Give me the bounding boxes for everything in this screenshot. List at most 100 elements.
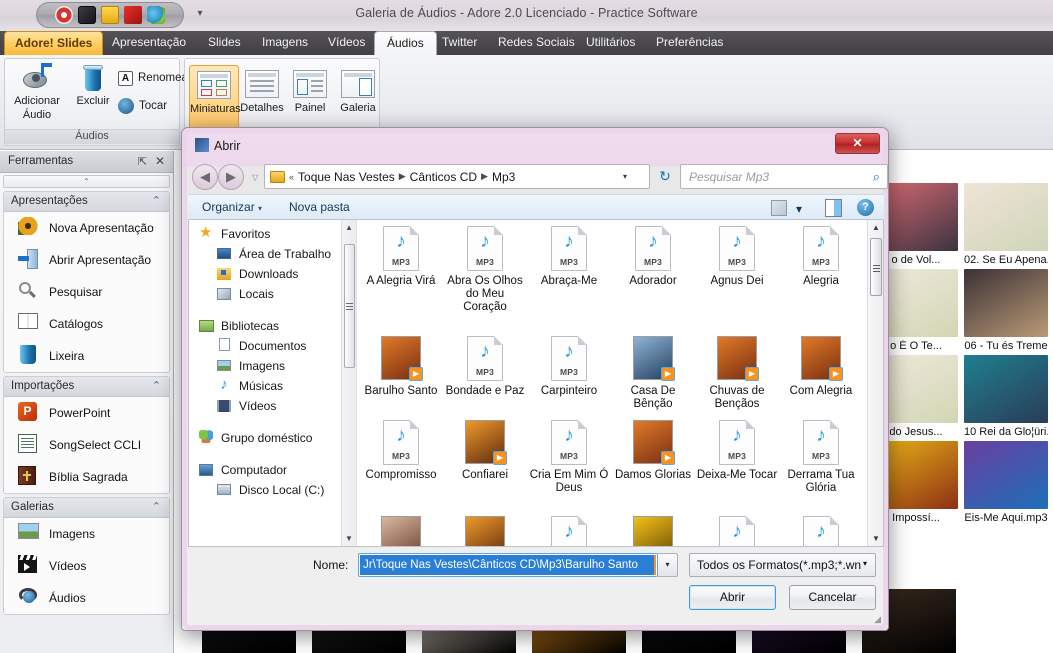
ribbon-tab-apresenta-o[interactable]: Apresentação [100, 31, 198, 55]
section-header[interactable]: Apresentações ⌃ [4, 192, 169, 212]
view-mode-icon[interactable] [771, 200, 787, 216]
nav-item-v-deos[interactable]: Vídeos [189, 396, 356, 416]
file-type-filter[interactable]: Todos os Formatos(*.mp3;*.wn ▾ [689, 553, 876, 577]
nav-item-grupo-dom-stico[interactable]: Grupo doméstico [189, 428, 356, 448]
nav-item-computador[interactable]: Computador [189, 460, 356, 480]
scroll-down-arrow[interactable]: ▼ [872, 534, 880, 543]
file-tile[interactable]: ▶ Casa De Bênção [611, 336, 695, 411]
tools-item-pesquisar[interactable]: Pesquisar [4, 276, 169, 308]
file-tile[interactable] [611, 516, 695, 546]
refresh-icon[interactable]: ↻ [656, 167, 674, 185]
file-tile[interactable]: ♪ MP3 Agnus Dei [695, 226, 779, 288]
file-tile[interactable]: ♪ MP3 Abraça-Me [527, 226, 611, 288]
nav-item-imagens[interactable]: Imagens [189, 356, 356, 376]
ribbon-tab-prefer-ncias[interactable]: Preferências [644, 31, 735, 55]
ribbon-tab-slides[interactable]: Slides [196, 31, 253, 55]
file-tile[interactable]: ♪ MP3 Carpinteiro [527, 336, 611, 398]
nav-item-downloads[interactable]: Downloads [189, 264, 356, 284]
dialog-close-button[interactable]: ✕ [835, 133, 880, 154]
view-mode-arrow[interactable]: ▾ [796, 202, 802, 216]
scrollbar-thumb[interactable] [344, 244, 355, 368]
file-tile[interactable]: ♪ MP3 Adorador [611, 226, 695, 288]
nav-item-m-sicas[interactable]: ♪ Músicas [189, 376, 356, 396]
file-list-pane[interactable]: ♪ MP3 A Alegria Virá ♪ MP3 Abra Os Olhos do M… [357, 220, 883, 546]
file-tile[interactable]: ▶ Chuvas de Bençãos [695, 336, 779, 411]
chevron-up-icon[interactable]: ⌃ [152, 379, 161, 392]
chevron-up-icon[interactable]: ⌃ [152, 500, 161, 513]
tools-item-imagens[interactable]: Imagens [4, 518, 169, 550]
scroll-down-arrow[interactable]: ▼ [345, 534, 353, 543]
section-header[interactable]: Importações ⌃ [4, 377, 169, 397]
gallery-tile[interactable]: 02. Se Eu Apena. [964, 183, 1048, 266]
scroll-up-arrow[interactable]: ▲ [345, 223, 353, 232]
add-audio-button[interactable]: Adicionar Áudio [7, 63, 67, 121]
file-name-input[interactable]: Jr\Toque Nas Vestes\Cânticos CD\Mp3\Baru… [358, 553, 658, 577]
file-tile[interactable]: ▶ Barulho Santo [359, 336, 443, 398]
chevron-down-icon[interactable]: ▾ [623, 172, 627, 181]
organize-button[interactable]: Organizar ▾ [202, 200, 262, 214]
address-bar[interactable]: « Toque Nas Vestes ▶ Cânticos CD ▶ Mp3 ▾ [264, 164, 650, 189]
file-tile[interactable]: ♪MP3 [779, 516, 863, 546]
preview-pane-icon[interactable] [825, 199, 842, 217]
cancel-button[interactable]: Cancelar [789, 585, 876, 610]
ribbon-tab-adore-slides[interactable]: Adore! Slides [4, 31, 104, 55]
ribbon-tab-twitter[interactable]: Twitter [430, 31, 489, 55]
file-tile[interactable]: ♪ MP3 Compromisso [359, 420, 443, 482]
chevron-up-icon[interactable]: ⌃ [152, 194, 161, 207]
file-tile[interactable]: ♪ MP3 A Alegria Virá [359, 226, 443, 288]
pin-icon[interactable]: ⇱ [138, 155, 147, 168]
tools-item-lixeira[interactable]: Lixeira [4, 340, 169, 372]
recent-locations-icon[interactable]: ▽ [252, 173, 258, 182]
nav-item-disco-local-c[interactable]: Disco Local (C:) [189, 480, 356, 500]
panel-collapse-handle[interactable]: ⌃ [3, 175, 170, 188]
file-tile[interactable]: ♪ MP3 Deixa-Me Tocar [695, 420, 779, 482]
file-tile[interactable]: ♪ MP3 Derrama Tua Glória [779, 420, 863, 495]
close-icon[interactable]: ✕ [155, 154, 165, 168]
tools-item-v-deos[interactable]: Vídeos [4, 550, 169, 582]
tools-item-songselect-ccli[interactable]: SongSelect CCLI [4, 429, 169, 461]
play-button[interactable]: Tocar [115, 95, 170, 117]
file-tile[interactable]: ♪MP3 [527, 516, 611, 546]
ribbon-tab-udios[interactable]: Áudios [374, 31, 437, 55]
ribbon-tab-utilit-rios[interactable]: Utilitários [574, 31, 647, 55]
nav-item-locais[interactable]: Locais [189, 284, 356, 304]
nav-item-documentos[interactable]: Documentos [189, 336, 356, 356]
tools-item-nova-apresenta-o[interactable]: Nova Apresentação [4, 212, 169, 244]
file-tile[interactable]: ♪MP3 [695, 516, 779, 546]
gallery-tile[interactable]: 06 - Tu és Treme [964, 269, 1048, 352]
help-icon[interactable]: ? [857, 199, 874, 216]
breadcrumb-item-1[interactable]: Cânticos CD [410, 170, 477, 184]
file-tile[interactable] [443, 516, 527, 546]
new-folder-button[interactable]: Nova pasta [289, 200, 350, 214]
file-tile[interactable]: ▶ Com Alegria [779, 336, 863, 398]
rename-button[interactable]: A Renomear [115, 67, 195, 89]
file-name-dropdown-button[interactable]: ▾ [658, 553, 678, 577]
breadcrumb-item-0[interactable]: Toque Nas Vestes [298, 170, 395, 184]
delete-button[interactable]: Excluir [63, 63, 123, 107]
scrollbar-thumb[interactable] [870, 238, 882, 296]
section-header[interactable]: Galerias ⌃ [4, 498, 169, 518]
tools-item-b-blia-sagrada[interactable]: Bíblia Sagrada [4, 461, 169, 493]
tools-item-abrir-apresenta-o[interactable]: Abrir Apresentação [4, 244, 169, 276]
tools-item-cat-logos[interactable]: Catálogos [4, 308, 169, 340]
open-button[interactable]: Abrir [689, 585, 776, 610]
nav-item-rea-de-trabalho[interactable]: Área de Trabalho [189, 244, 356, 264]
search-input[interactable]: Pesquisar Mp3 ⌕ [680, 164, 888, 189]
file-tile[interactable]: ♪ MP3 Bondade e Paz [443, 336, 527, 398]
file-tile[interactable]: ▶ Damos Glorias [611, 420, 695, 482]
tools-item--udios[interactable]: Áudios [4, 582, 169, 614]
file-tile[interactable]: ♪ MP3 Alegria [779, 226, 863, 288]
tools-item-powerpoint[interactable]: P PowerPoint [4, 397, 169, 429]
back-button[interactable]: ◀ [192, 164, 218, 190]
breadcrumb-overflow[interactable]: « [289, 172, 294, 182]
file-tile[interactable]: ♪ MP3 Abra Os Olhos do Meu Coração [443, 226, 527, 314]
navigation-pane-scrollbar[interactable]: ▲ ▼ [341, 220, 356, 546]
nav-item-bibliotecas[interactable]: Bibliotecas [189, 316, 356, 336]
ribbon-tab-v-deos[interactable]: Vídeos [316, 31, 377, 55]
file-pane-scrollbar[interactable]: ▲ ▼ [867, 220, 883, 546]
file-tile[interactable]: ♪ MP3 Cria Em Mim Ó Deus [527, 420, 611, 495]
nav-item-favoritos[interactable]: ★ Favoritos [189, 224, 356, 244]
gallery-tile[interactable]: Eis-Me Aqui.mp3 [964, 441, 1048, 524]
scroll-up-arrow[interactable]: ▲ [872, 223, 880, 232]
breadcrumb-item-2[interactable]: Mp3 [492, 170, 515, 184]
